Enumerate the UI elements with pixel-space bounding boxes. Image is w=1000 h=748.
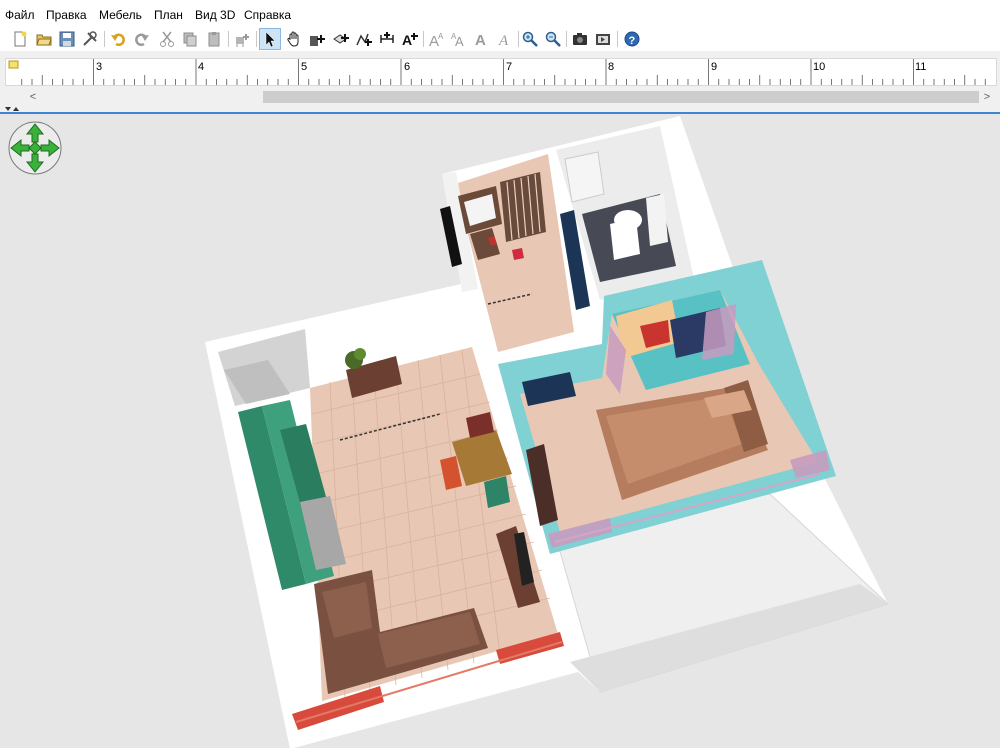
zoom-in-icon[interactable]: [520, 29, 540, 49]
horizontal-scrollbar[interactable]: < >: [5, 89, 995, 105]
ruler-label: 10: [813, 61, 826, 73]
copy-icon[interactable]: [180, 29, 200, 49]
italic-text-icon[interactable]: A: [495, 29, 515, 49]
select-mode-icon[interactable]: [259, 28, 281, 50]
create-polylines-icon[interactable]: [354, 29, 374, 49]
svg-text:?: ?: [629, 35, 636, 47]
ruler-label: 3: [96, 61, 103, 73]
scroll-left-button[interactable]: <: [25, 89, 41, 105]
preferences-icon[interactable]: [80, 29, 100, 49]
help-icon[interactable]: ?: [622, 29, 642, 49]
zoom-out-icon[interactable]: [543, 29, 563, 49]
ruler-label: 8: [608, 61, 615, 73]
menu-file[interactable]: Файл: [5, 8, 35, 22]
ruler-label: 4: [198, 61, 205, 73]
toolbar-separator: [228, 31, 229, 47]
toolbar-separator: [566, 31, 567, 47]
3d-view[interactable]: [0, 114, 1000, 748]
decrease-text-size-icon[interactable]: AA: [449, 29, 469, 49]
add-furniture-icon[interactable]: [232, 29, 252, 49]
menu-help[interactable]: Справка: [244, 8, 291, 22]
menu-plan[interactable]: План: [154, 8, 183, 22]
bold-text-icon[interactable]: A: [472, 29, 492, 49]
menu-view3d[interactable]: Вид 3D: [195, 8, 235, 22]
paste-icon[interactable]: [204, 29, 224, 49]
open-icon[interactable]: [34, 29, 54, 49]
ruler-label: 5: [301, 61, 308, 73]
toolbar-separator: [617, 31, 618, 47]
pan-mode-icon[interactable]: [284, 29, 304, 49]
create-walls-icon[interactable]: [307, 29, 327, 49]
svg-text:A: A: [475, 32, 486, 47]
new-home-icon[interactable]: [10, 29, 30, 49]
horizontal-ruler: 3 4 5 6 7 8 9 10 11: [5, 58, 997, 86]
svg-text:A: A: [438, 32, 444, 41]
menu-bar: Файл Правка Мебель План Вид 3D Справка: [0, 0, 1000, 28]
toolbar: A AA AA A A ?: [0, 28, 1000, 51]
navigation-arrows-icon[interactable]: [7, 120, 63, 176]
undo-icon[interactable]: [108, 29, 128, 49]
ruler-ticks: [8, 59, 986, 85]
redo-icon[interactable]: [132, 29, 152, 49]
3d-scene: [205, 116, 889, 748]
save-icon[interactable]: [57, 29, 77, 49]
ruler-label: 6: [404, 61, 411, 73]
house-model: [205, 116, 889, 748]
add-text-icon[interactable]: A: [400, 29, 420, 49]
ruler-label: 9: [711, 61, 718, 73]
scroll-right-button[interactable]: >: [979, 89, 995, 105]
increase-text-size-icon[interactable]: AA: [426, 29, 446, 49]
svg-text:A: A: [455, 34, 464, 47]
scrollbar-thumb[interactable]: [263, 91, 979, 103]
plan-view-area: 3 4 5 6 7 8 9 10 11 < >: [0, 51, 1000, 112]
cut-icon[interactable]: [157, 29, 177, 49]
svg-text:A: A: [402, 32, 412, 47]
create-photo-icon[interactable]: [570, 29, 590, 49]
menu-edit[interactable]: Правка: [46, 8, 87, 22]
toolbar-separator: [256, 31, 257, 47]
ruler-label: 7: [506, 61, 513, 73]
ruler-label: 11: [915, 61, 927, 73]
create-dimensions-icon[interactable]: [377, 29, 397, 49]
toolbar-separator: [518, 31, 519, 47]
create-video-icon[interactable]: [593, 29, 613, 49]
svg-text:A: A: [498, 33, 509, 47]
toolbar-separator: [104, 31, 105, 47]
create-rooms-icon[interactable]: [331, 29, 351, 49]
menu-furniture[interactable]: Мебель: [99, 8, 142, 22]
toolbar-separator: [423, 31, 424, 47]
